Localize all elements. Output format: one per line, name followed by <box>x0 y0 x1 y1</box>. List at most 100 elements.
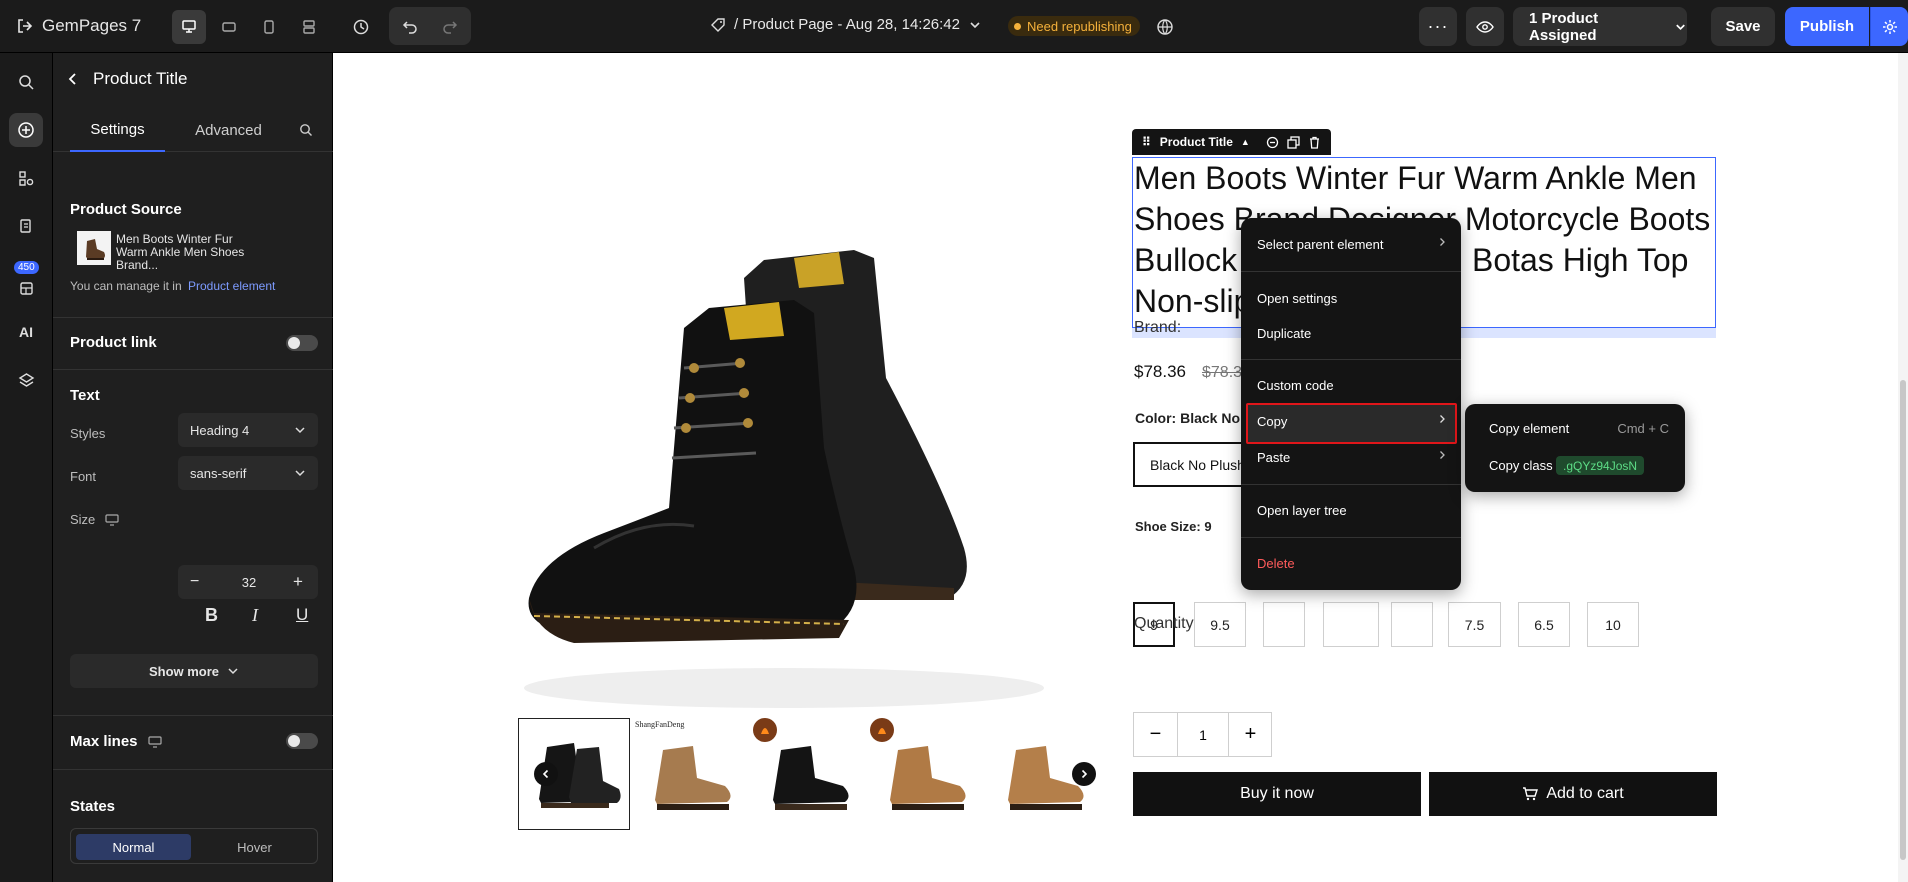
main-product-image[interactable] <box>494 188 1094 728</box>
size-option[interactable] <box>1263 602 1305 647</box>
italic-button[interactable]: I <box>252 605 258 626</box>
underline-button[interactable]: U <box>296 605 308 625</box>
copy-class-label: Copy class <box>1489 458 1553 473</box>
color-option[interactable]: Black No Plush <box>1133 442 1253 487</box>
thumbnail-next-button[interactable] <box>1072 762 1096 786</box>
menu-custom-code[interactable]: Custom code <box>1257 378 1334 393</box>
rail-ai-button[interactable]: AI <box>9 315 43 349</box>
size-option[interactable] <box>1391 602 1433 647</box>
bold-button[interactable]: B <box>205 605 218 626</box>
back-arrow-icon[interactable] <box>67 72 79 86</box>
copy-element-item[interactable]: Copy element Cmd + C <box>1489 421 1669 436</box>
menu-delete[interactable]: Delete <box>1257 556 1295 571</box>
product-link-toggle[interactable] <box>286 335 318 351</box>
drag-handle-icon[interactable]: ⠿ <box>1142 135 1152 149</box>
selected-element-label[interactable]: Product Title <box>1160 135 1233 149</box>
rail-apps-button[interactable] <box>9 271 43 305</box>
canvas-scrollbar-thumb[interactable] <box>1900 380 1906 860</box>
size-option[interactable]: 7.5 <box>1448 602 1501 647</box>
state-normal[interactable]: Normal <box>76 834 191 860</box>
font-value: sans-serif <box>190 465 247 481</box>
product-source-name: Men Boots Winter Fur Warm Ankle Men Shoe… <box>116 232 245 272</box>
size-value[interactable]: 32 <box>234 575 264 590</box>
menu-open-layer-tree[interactable]: Open layer tree <box>1257 503 1347 518</box>
ai-edit-icon[interactable] <box>1266 136 1279 149</box>
more-options-button[interactable]: ··· <box>1419 7 1457 46</box>
styles-label: Styles <box>70 426 106 441</box>
rail-pages-button[interactable] <box>9 209 43 243</box>
publish-settings-button[interactable] <box>1870 7 1908 46</box>
redo-button[interactable] <box>433 9 467 43</box>
page-title-dropdown[interactable]: / Product Page - Aug 28, 14:26:42 <box>710 16 982 33</box>
menu-copy[interactable]: Copy <box>1257 414 1447 429</box>
republish-badge: Need republishing <box>1008 16 1140 36</box>
decrease-button[interactable]: − <box>190 573 199 591</box>
show-more-button[interactable]: Show more <box>70 654 318 688</box>
class-name-chip[interactable]: .gQYz94JosN <box>1556 456 1645 475</box>
device-icon <box>147 735 162 748</box>
app-logo[interactable]: GemPages 7 <box>16 15 141 37</box>
menu-duplicate[interactable]: Duplicate <box>1257 326 1311 341</box>
size-label: Shoe Size: 9 <box>1135 519 1212 534</box>
increase-button[interactable]: + <box>293 572 303 592</box>
thumbnail-2[interactable]: ShangFanDeng <box>635 718 747 830</box>
quantity-decrease-button[interactable]: − <box>1134 713 1178 756</box>
thumbnail-brand-text: ShangFanDeng <box>635 720 685 729</box>
menu-paste[interactable]: Paste <box>1257 450 1447 465</box>
font-select[interactable]: sans-serif <box>178 456 318 490</box>
undo-button[interactable] <box>393 9 427 43</box>
rail-search-button[interactable] <box>9 65 43 99</box>
left-rail: 450 AI <box>0 53 53 882</box>
preview-button[interactable] <box>1466 7 1504 46</box>
size-option[interactable]: 9.5 <box>1194 602 1246 647</box>
shopify-button[interactable] <box>1148 10 1182 44</box>
layout-view-button[interactable] <box>292 10 326 44</box>
product-element-link[interactable]: Product element <box>188 279 275 293</box>
tab-advanced[interactable]: Advanced <box>181 108 276 152</box>
assigned-products-dropdown[interactable]: 1 Product Assigned <box>1513 7 1687 46</box>
undo-redo-group <box>389 7 471 45</box>
divider <box>53 369 333 370</box>
rail-layers-button[interactable] <box>9 363 43 397</box>
rail-add-button[interactable] <box>9 113 43 147</box>
trash-icon[interactable] <box>1308 136 1321 149</box>
layout-icon <box>303 20 315 34</box>
status-dot <box>1014 22 1021 30</box>
tablet-view-button[interactable] <box>212 10 246 44</box>
caret-up-icon[interactable]: ▲ <box>1241 137 1250 147</box>
cube-icon <box>19 281 33 295</box>
chevron-down-icon <box>295 470 305 477</box>
mobile-view-button[interactable] <box>252 10 286 44</box>
menu-select-parent[interactable]: Select parent element <box>1257 237 1447 252</box>
product-source-picker[interactable]: Men Boots Winter Fur Warm Ankle Men Shoe… <box>70 225 318 272</box>
thumbnail-4[interactable] <box>870 718 982 830</box>
rail-sections-button[interactable] <box>9 161 43 195</box>
max-lines-toggle[interactable] <box>286 733 318 749</box>
styles-select[interactable]: Heading 4 <box>178 413 318 447</box>
thumbnail-3[interactable] <box>753 718 865 830</box>
state-hover[interactable]: Hover <box>197 834 312 860</box>
publish-button[interactable]: Publish <box>1785 7 1869 46</box>
quantity-label: Quantity <box>1134 615 1194 632</box>
tab-settings[interactable]: Settings <box>70 108 165 152</box>
save-button[interactable]: Save <box>1711 7 1775 46</box>
buy-now-button[interactable]: Buy it now <box>1133 772 1421 816</box>
panel-search-button[interactable] <box>291 108 321 152</box>
duplicate-icon[interactable] <box>1287 135 1300 149</box>
tag-icon <box>711 17 725 32</box>
quantity-increase-button[interactable]: + <box>1228 713 1272 756</box>
quantity-value[interactable]: 1 <box>1179 713 1227 756</box>
chevron-right-icon <box>1440 451 1445 459</box>
thumbnail-prev-button[interactable] <box>534 762 558 786</box>
font-label: Font <box>70 469 97 484</box>
size-label: Size <box>70 512 96 527</box>
size-option[interactable]: 10 <box>1587 602 1639 647</box>
cart-icon <box>1523 787 1539 801</box>
copy-class-item[interactable]: Copy class <box>1489 458 1553 473</box>
menu-open-settings[interactable]: Open settings <box>1257 291 1337 306</box>
desktop-view-button[interactable] <box>172 10 206 44</box>
history-button[interactable] <box>344 10 378 44</box>
add-to-cart-button[interactable]: Add to cart <box>1429 772 1717 816</box>
size-option[interactable] <box>1323 602 1379 647</box>
size-option[interactable]: 6.5 <box>1518 602 1570 647</box>
